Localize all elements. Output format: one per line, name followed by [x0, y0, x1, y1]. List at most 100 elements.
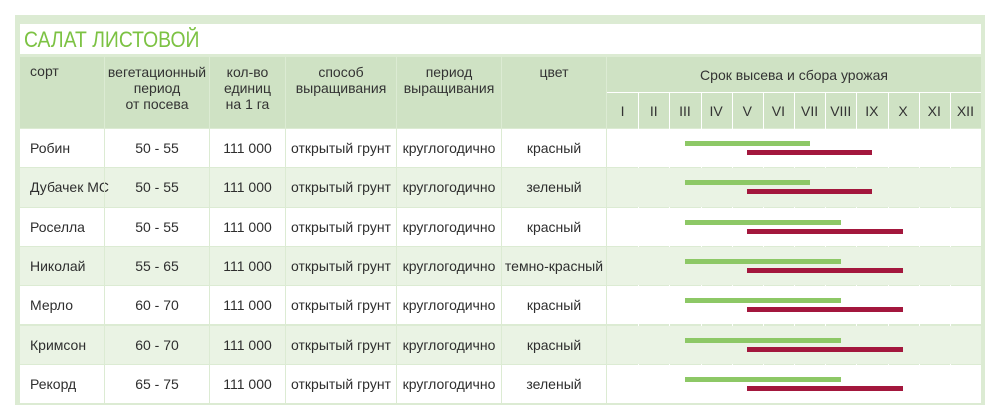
column-divider	[501, 246, 502, 286]
column-divider	[606, 246, 607, 286]
column-divider	[104, 207, 105, 246]
cell-sort: Дубачек МС	[30, 179, 109, 196]
column-divider	[606, 286, 607, 325]
variety-table: сорт вегетационный период от посева кол-…	[20, 57, 981, 404]
column-divider	[501, 325, 502, 364]
cell-veg: 60 - 70	[135, 336, 179, 353]
column-divider	[396, 168, 397, 207]
cell-count: 111 000	[223, 140, 272, 157]
header-count: кол-во единиц на 1 га	[210, 57, 285, 128]
column-divider	[501, 168, 502, 207]
cell-period: круглогодично	[402, 336, 496, 353]
cell-veg: 65 - 75	[135, 375, 179, 392]
header-vegetation: вегетационный период от посева	[105, 57, 209, 128]
cell-color: красный	[526, 297, 582, 314]
header-color: цвет	[502, 57, 606, 128]
cell-veg: 50 - 55	[135, 218, 179, 235]
cell-count: 111 000	[223, 297, 272, 314]
column-divider	[606, 168, 607, 207]
column-divider	[209, 246, 210, 286]
column-divider	[104, 168, 105, 207]
cell-method: открытый грунт	[291, 297, 391, 314]
table-row: Мерло 60 - 70 111 000 открытый грунт круглог…	[20, 286, 981, 325]
title-bar: САЛАТ ЛИСТОВОЙ	[20, 24, 981, 54]
sowing-bar	[684, 337, 841, 343]
column-divider	[396, 129, 397, 168]
cell-method: открытый грунт	[291, 179, 391, 196]
cell-sort: Рекорд	[30, 375, 77, 392]
column-divider	[209, 129, 210, 168]
sowing-bar	[684, 376, 841, 382]
harvest-bar	[747, 228, 904, 234]
cell-method: открытый грунт	[291, 375, 391, 392]
cell-color: темно-красный	[504, 258, 604, 275]
cell-period: круглогодично	[402, 179, 496, 196]
header-method: способ выращивания	[286, 57, 396, 128]
cell-veg: 50 - 55	[135, 140, 179, 157]
month-label: IV	[709, 102, 723, 119]
column-divider	[104, 286, 105, 325]
month-label: II	[649, 102, 658, 119]
sowing-bar	[684, 141, 810, 146]
sowing-bar	[684, 219, 841, 225]
harvest-bar	[747, 150, 872, 155]
column-divider	[285, 325, 286, 364]
month-label: XI	[927, 102, 941, 119]
column-divider	[209, 286, 210, 325]
sowing-bar	[684, 180, 810, 186]
column-divider	[285, 129, 286, 168]
month-label: IX	[865, 102, 879, 119]
table-row: Роселла 50 - 55 111 000 открытый грунт кругл…	[20, 207, 981, 246]
table-row: Рекорд 65 - 75 111 000 открытый грунт кругло…	[20, 364, 981, 404]
table-row: Дубачек МС 50 - 55 111 000 открытый грунт кр…	[20, 168, 981, 207]
cell-sort: Мерло	[30, 297, 74, 314]
cell-method: открытый грунт	[291, 336, 391, 353]
column-divider	[606, 364, 607, 404]
cell-color: красный	[526, 140, 582, 157]
cell-veg: 55 - 65	[135, 258, 179, 275]
cell-sort: Николай	[30, 258, 86, 275]
column-divider	[209, 207, 210, 246]
harvest-bar	[747, 189, 872, 195]
column-divider	[501, 129, 502, 168]
header-sort: сорт	[20, 57, 104, 128]
column-divider	[285, 207, 286, 246]
harvest-bar	[747, 385, 904, 391]
column-divider	[104, 364, 105, 404]
cell-count: 111 000	[223, 375, 272, 392]
column-divider	[209, 364, 210, 404]
cell-count: 111 000	[223, 179, 272, 196]
table-row: Кримсон 60 - 70 111 000 открытый грунт кругл…	[20, 325, 981, 364]
harvest-bar	[747, 307, 904, 313]
cell-count: 111 000	[223, 218, 272, 235]
harvest-bar	[747, 346, 904, 352]
table-row: Николай 55 - 65 111 000 открытый грунт кругл…	[20, 246, 981, 286]
cell-veg: 60 - 70	[135, 297, 179, 314]
month-label: I	[620, 102, 625, 119]
cell-period: круглогодично	[402, 375, 496, 392]
month-label: VII	[801, 102, 819, 119]
cell-color: зеленый	[526, 375, 582, 392]
column-divider	[104, 325, 105, 364]
cell-sort: Кримсон	[30, 336, 87, 353]
cell-method: открытый грунт	[291, 258, 391, 275]
cell-period: круглогодично	[402, 297, 496, 314]
column-divider	[396, 246, 397, 286]
header-period: период выращивания	[397, 57, 501, 128]
column-divider	[606, 207, 607, 246]
column-divider	[285, 246, 286, 286]
column-divider	[606, 129, 607, 168]
cell-period: круглогодично	[402, 140, 496, 157]
cell-color: красный	[526, 218, 582, 235]
column-divider	[501, 364, 502, 404]
column-divider	[396, 325, 397, 364]
column-divider	[209, 168, 210, 207]
cell-period: круглогодично	[402, 258, 496, 275]
month-label: III	[679, 102, 691, 119]
month-label: X	[898, 102, 908, 119]
column-divider	[396, 286, 397, 325]
month-label: VIII	[830, 102, 852, 119]
cell-count: 111 000	[223, 336, 272, 353]
cell-veg: 50 - 55	[135, 179, 179, 196]
column-divider	[285, 168, 286, 207]
